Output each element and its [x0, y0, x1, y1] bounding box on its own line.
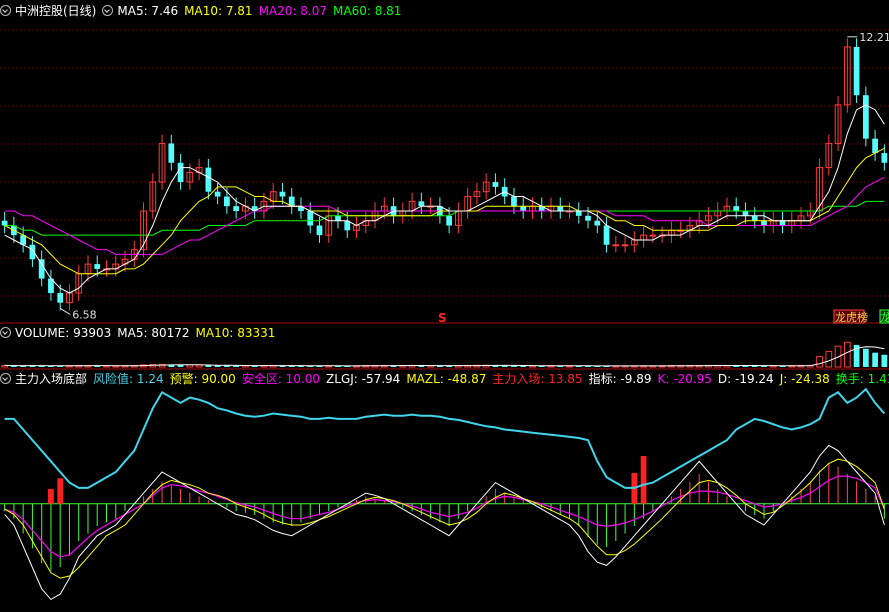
panel-settings-icon[interactable] [102, 5, 114, 16]
entry-bar [57, 478, 64, 504]
candle-body [649, 234, 657, 237]
candle-body [575, 211, 582, 216]
k-line [4, 475, 885, 558]
candle-body [779, 220, 786, 226]
turnover-value: 换手: 1.41 [835, 372, 889, 386]
candle-body [585, 215, 591, 221]
volume-bar [825, 350, 833, 368]
candle-body [872, 138, 878, 154]
candle-body [214, 191, 221, 197]
volume-header: VOLUME: 93903 MA5: 80172 MA10: 83331 [0, 325, 281, 341]
risk-value: 风险值: 1.24 [93, 372, 164, 386]
mazl-value: MAZL: -48.87 [406, 372, 487, 386]
candle-body [224, 196, 230, 207]
candle-body [316, 225, 323, 236]
candle-body [742, 211, 749, 216]
candle-body [511, 196, 517, 207]
d-value: D: -19.24 [717, 372, 774, 386]
candle-body [761, 220, 767, 226]
panel-settings-icon[interactable] [0, 373, 11, 384]
volume-bar [872, 352, 878, 367]
candle-body [279, 191, 286, 197]
low-marker-line [59, 308, 71, 315]
price-header: 中洲控股(日线) MA5: 7.46 MA10: 7.81 MA20: 8.07 MA6… [0, 3, 407, 19]
candle-body [557, 206, 564, 212]
low-label: 6.58 [72, 308, 97, 321]
ma5-line [4, 104, 885, 294]
candle-body [446, 215, 453, 226]
candle-body [57, 293, 64, 303]
warning-value: 预警: 90.00 [169, 372, 236, 386]
volume-ma5-line [4, 346, 885, 367]
lhb-badge: 龙虎榜 [835, 310, 868, 324]
stock-name: 中洲控股(日线) [15, 4, 97, 18]
volume-ma5: MA5: 80172 [117, 326, 190, 340]
candle-body [881, 153, 888, 163]
k-value: K: -20.95 [657, 372, 712, 386]
lhb-badge-2: 龙 [880, 311, 889, 324]
volume-bar [843, 341, 851, 368]
candle-body [233, 206, 240, 212]
volume-bar [862, 348, 869, 367]
candle-body [168, 143, 175, 163]
volume-bar [816, 356, 823, 368]
volume-bar [205, 365, 212, 367]
entry-bar [48, 488, 54, 504]
candle-body [751, 215, 758, 221]
candle-body [862, 95, 869, 139]
zlgj-value: ZLGJ: -57.94 [326, 372, 401, 386]
candle-body [94, 264, 101, 269]
j-value: J: -24.38 [779, 372, 830, 386]
entry-bar [640, 456, 647, 504]
candle-body [520, 206, 527, 212]
candle-body [307, 211, 314, 226]
index-value: 指标: -9.89 [588, 372, 652, 386]
candle-body [1, 220, 8, 226]
ma20-value: MA20: 8.07 [258, 4, 327, 18]
entry-value: 主力入场: 13.85 [492, 372, 583, 386]
panel-collapse-icon[interactable] [0, 5, 11, 16]
indicator-name: 主力入场底部 [15, 372, 88, 386]
candle-body [205, 167, 212, 192]
candle-body [853, 46, 860, 96]
candle-body [603, 225, 610, 245]
stock-chart[interactable]: 12.21 6.58 S 龙虎榜龙 [0, 0, 889, 612]
candle-body [594, 220, 601, 226]
risk-line [4, 387, 886, 489]
volume-bar [881, 354, 888, 367]
ma60-value: MA60: 8.81 [333, 4, 402, 18]
volume-bar [177, 365, 184, 367]
indicator-header: 主力入场底部 风险值: 1.24 预警: 90.00 安全区: 10.00 ZLGJ: … [0, 371, 889, 387]
safe-value: 安全区: 10.00 [241, 372, 321, 386]
candle-body [335, 215, 341, 221]
candle-body [492, 182, 499, 187]
candle-body [38, 259, 45, 279]
ma10-value: MA10: 7.81 [184, 4, 253, 18]
volume-value: VOLUME: 93903 [15, 326, 112, 340]
volume-ma10: MA10: 83331 [195, 326, 276, 340]
candle-body [612, 244, 620, 247]
candle-body [177, 162, 184, 183]
panel-settings-icon[interactable] [0, 327, 11, 338]
candle-body [621, 244, 629, 247]
candle-body [733, 206, 740, 212]
signal-s-mark: S [438, 311, 447, 325]
high-label: 12.21 [859, 31, 889, 44]
ma5-value: MA5: 7.46 [117, 4, 179, 18]
candle-body [418, 201, 425, 207]
